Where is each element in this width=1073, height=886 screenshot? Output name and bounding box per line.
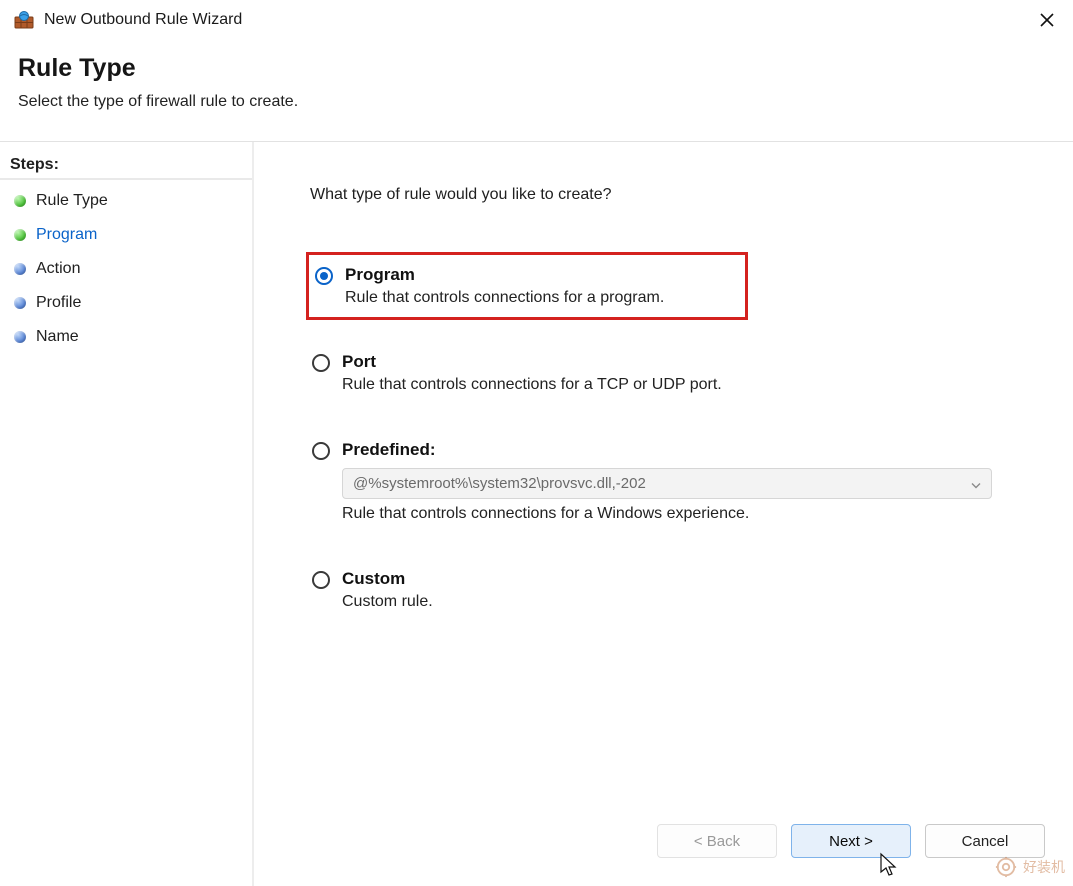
prompt-text: What type of rule would you like to crea… [310,186,1045,204]
steps-sidebar: Steps: Rule Type Program Action Profile … [0,142,254,886]
step-action[interactable]: Action [0,252,252,286]
step-label: Rule Type [36,192,108,210]
option-texts: Predefined: @%systemroot%\system32\provs… [342,440,1037,523]
gear-icon [995,856,1017,878]
option-texts: Custom Custom rule. [342,569,1037,611]
close-icon[interactable] [1035,8,1059,32]
watermark-text: 好装机 [1023,857,1065,877]
steps-heading: Steps: [0,152,252,180]
step-dot-icon [14,331,26,343]
option-desc: Custom rule. [342,593,1037,611]
predefined-select-value: @%systemroot%\system32\provsvc.dll,-202 [353,475,646,492]
page-heading: Rule Type [18,54,1055,83]
option-predefined[interactable]: Predefined: @%systemroot%\system32\provs… [310,434,1045,529]
step-label: Program [36,226,97,244]
step-dot-icon [14,229,26,241]
step-name[interactable]: Name [0,320,252,354]
option-custom[interactable]: Custom Custom rule. [310,563,1045,617]
wizard-footer: < Back Next > Cancel [657,824,1045,858]
step-dot-icon [14,297,26,309]
option-program[interactable]: Program Rule that controls connections f… [306,252,748,320]
titlebar: New Outbound Rule Wizard [0,0,1073,40]
window-title: New Outbound Rule Wizard [44,11,242,29]
step-dot-icon [14,263,26,275]
option-desc: Rule that controls connections for a TCP… [342,376,1037,394]
predefined-select[interactable]: @%systemroot%\system32\provsvc.dll,-202 [342,468,992,499]
main-pane: What type of rule would you like to crea… [254,142,1073,886]
wizard-body: Steps: Rule Type Program Action Profile … [0,142,1073,886]
step-label: Profile [36,294,81,312]
option-title: Predefined: [342,440,1037,460]
step-label: Action [36,260,80,278]
option-title: Program [345,265,733,285]
option-texts: Port Rule that controls connections for … [342,352,1037,394]
option-desc: Rule that controls connections for a pro… [345,289,733,307]
option-desc: Rule that controls connections for a Win… [342,505,1037,523]
step-label: Name [36,328,79,346]
radio-icon[interactable] [312,354,330,372]
step-profile[interactable]: Profile [0,286,252,320]
option-texts: Program Rule that controls connections f… [345,265,733,307]
header-section: Rule Type Select the type of firewall ru… [0,40,1073,141]
radio-icon[interactable] [312,442,330,460]
watermark: 好装机 [995,856,1065,878]
chevron-down-icon [971,475,981,492]
step-program[interactable]: Program [0,218,252,252]
option-port[interactable]: Port Rule that controls connections for … [310,346,1045,400]
option-title: Custom [342,569,1037,589]
step-dot-icon [14,195,26,207]
next-button[interactable]: Next > [791,824,911,858]
page-subheading: Select the type of firewall rule to crea… [18,93,1055,111]
radio-icon[interactable] [315,267,333,285]
step-rule-type[interactable]: Rule Type [0,184,252,218]
radio-icon[interactable] [312,571,330,589]
back-button: < Back [657,824,777,858]
cancel-button[interactable]: Cancel [925,824,1045,858]
option-title: Port [342,352,1037,372]
titlebar-left: New Outbound Rule Wizard [14,10,242,30]
firewall-app-icon [14,10,34,30]
